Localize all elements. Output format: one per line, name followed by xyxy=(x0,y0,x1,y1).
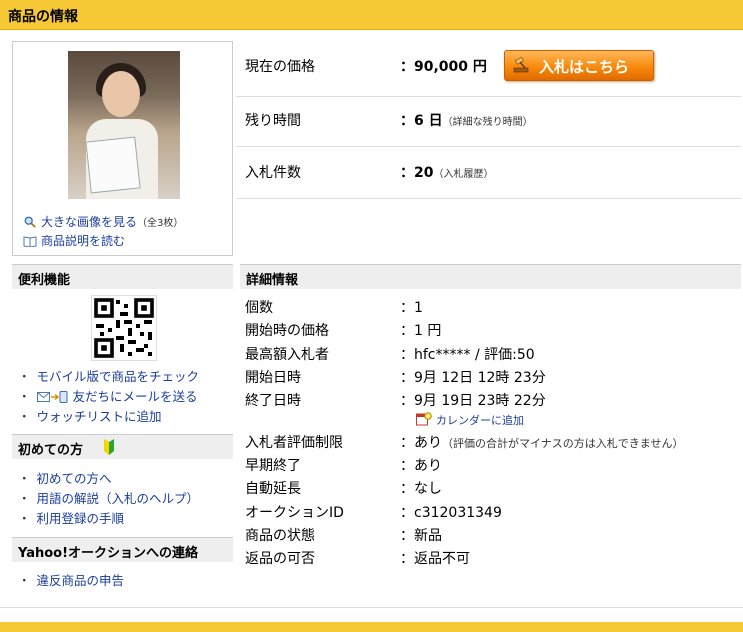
time-left-value: ：6 日 xyxy=(400,113,443,129)
sidebar-item-beginners[interactable]: ・初めての方へ xyxy=(18,468,112,487)
time-detail-link[interactable]: （詳細な残り時間） xyxy=(443,117,533,128)
tools-section-title: 便利機能 xyxy=(18,273,71,288)
detail-label-early-end: 早期終了 xyxy=(245,458,301,474)
sidebar-item-mobile[interactable]: ・モバイル版で商品をチェック xyxy=(18,366,199,385)
detail-value-top-bidder: ：hfc***** / 評価:50 xyxy=(400,347,535,363)
page-title: 商品の情報 xyxy=(8,9,78,25)
watchlist-link[interactable]: ウォッチリストに追加 xyxy=(37,409,162,424)
sidebar-item-glossary[interactable]: ・用語の解説（入札のヘルプ） xyxy=(18,488,199,507)
qr-code-icon xyxy=(92,296,156,360)
photo-face xyxy=(102,71,140,117)
sidebar-item-report[interactable]: ・違反商品の申告 xyxy=(18,570,124,589)
divider xyxy=(0,607,743,608)
photo-card xyxy=(85,136,141,194)
calendar-add-row: カレンダーに追加 xyxy=(416,412,524,428)
tools-section-header: 便利機能 xyxy=(12,264,233,289)
detail-label-auction-id: オークションID xyxy=(245,505,344,521)
for-beginners-link[interactable]: 初めての方へ xyxy=(37,471,112,486)
item-image-box: 大きな画像を見る（全3枚） 商品説明を読む xyxy=(12,41,233,256)
divider xyxy=(236,96,741,97)
image-count: （全3枚） xyxy=(137,218,184,229)
bid-count-value: ：20 xyxy=(400,165,434,181)
book-icon xyxy=(23,236,37,247)
price-value: ：90,000 円 xyxy=(400,59,487,75)
time-left-label: 残り時間 xyxy=(245,113,301,129)
magnifier-icon xyxy=(24,216,36,228)
calendar-icon xyxy=(416,412,432,426)
view-large-image-row: 大きな画像を見る（全3枚） xyxy=(23,213,183,230)
detail-label-returns: 返品の可否 xyxy=(245,551,315,567)
contact-section-header: Yahoo!オークションへの連絡 xyxy=(12,537,233,562)
send-mail-link[interactable]: 友だちにメールを送る xyxy=(73,389,198,404)
view-large-image-link[interactable]: 大きな画像を見る xyxy=(41,215,137,229)
detail-value-bidder-rating-limit: ：あり（評価の合計がマイナスの方は入札できません） xyxy=(400,432,683,452)
detail-value-end-time: ：9月 19日 23時 22分 xyxy=(400,393,546,409)
bid-button[interactable]: 入札はこちら xyxy=(504,50,654,81)
divider xyxy=(236,146,741,147)
sidebar-item-registration[interactable]: ・利用登録の手順 xyxy=(18,508,124,527)
qr-code xyxy=(91,295,157,361)
price-label: 現在の価格 xyxy=(245,59,315,75)
detail-value-start-price: ：1 円 xyxy=(400,323,442,339)
bid-history-link[interactable]: （入札履歴） xyxy=(433,169,493,180)
item-photo[interactable] xyxy=(68,51,180,199)
detail-value-returns: ：返品不可 xyxy=(400,551,470,567)
detail-label-start-time: 開始日時 xyxy=(245,370,301,386)
contact-section-title: Yahoo!オークションへの連絡 xyxy=(18,546,199,561)
report-violation-link[interactable]: 違反商品の申告 xyxy=(37,573,125,588)
divider xyxy=(236,198,741,199)
page-header: 商品の情報 xyxy=(0,0,743,30)
detail-label-quantity: 個数 xyxy=(245,300,273,316)
detail-value-early-end: ：あり xyxy=(400,458,442,474)
read-description-link[interactable]: 商品説明を読む xyxy=(41,234,125,248)
sidebar-item-mail[interactable]: ・ 友だちにメールを送る xyxy=(18,386,198,405)
detail-label-bidder-rating-limit: 入札者評価制限 xyxy=(245,435,343,451)
beginner-section-title: 初めての方 xyxy=(18,443,84,458)
detail-label-top-bidder: 最高額入札者 xyxy=(245,347,329,363)
add-to-calendar-link[interactable]: カレンダーに追加 xyxy=(436,414,524,427)
beginner-section-header: 初めての方 xyxy=(12,434,233,459)
bid-button-label: 入札はこちら xyxy=(539,58,630,76)
registration-steps-link[interactable]: 利用登録の手順 xyxy=(37,511,125,526)
detail-label-condition: 商品の状態 xyxy=(245,528,315,544)
detail-label-start-price: 開始時の価格 xyxy=(245,323,329,339)
detail-value-auction-id: ：c312031349 xyxy=(400,505,502,521)
glossary-link[interactable]: 用語の解説（入札のヘルプ） xyxy=(37,491,200,506)
sidebar-item-watchlist[interactable]: ・ウォッチリストに追加 xyxy=(18,406,162,425)
beginner-mark-icon xyxy=(104,439,114,455)
details-section-title: 詳細情報 xyxy=(246,273,299,288)
details-section-header: 詳細情報 xyxy=(240,264,741,289)
bidder-rating-limit-value: ：あり xyxy=(400,435,442,451)
detail-value-quantity: ：1 xyxy=(400,300,423,316)
detail-label-end-time: 終了日時 xyxy=(245,393,301,409)
detail-label-auto-extend: 自動延長 xyxy=(245,481,301,497)
detail-value-auto-extend: ：なし xyxy=(400,481,442,497)
detail-value-condition: ：新品 xyxy=(400,528,442,544)
bid-count-label: 入札件数 xyxy=(245,165,301,181)
bid-count-row: ：20（入札履歴） xyxy=(400,162,493,182)
time-left-row: ：6 日（詳細な残り時間） xyxy=(400,110,533,130)
detail-value-start-time: ：9月 12日 12時 23分 xyxy=(400,370,546,386)
footer-bar xyxy=(0,622,743,632)
bidder-rating-limit-note: （評価の合計がマイナスの方は入札できません） xyxy=(442,437,684,450)
mobile-check-link[interactable]: モバイル版で商品をチェック xyxy=(37,369,200,384)
read-description-row: 商品説明を読む xyxy=(23,232,125,249)
mail-to-phone-icon xyxy=(36,391,68,403)
gavel-icon xyxy=(513,57,529,73)
